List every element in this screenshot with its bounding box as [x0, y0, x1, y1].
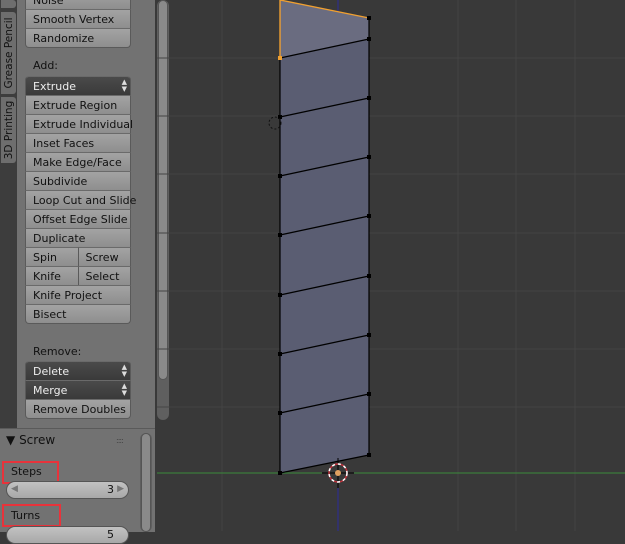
remove-group: Delete ▲ ▼ Merge ▲ ▼ Remove Doubles [25, 361, 131, 419]
loop-cut-slide-button[interactable]: Loop Cut and Slide [25, 190, 136, 210]
add-label: Add: [33, 59, 59, 72]
steps-field[interactable]: ◀ 3 ▶ [6, 481, 129, 499]
vertex[interactable] [278, 471, 282, 475]
mesh-face[interactable] [280, 0, 369, 473]
vertex[interactable] [278, 233, 282, 237]
vertex[interactable] [367, 16, 371, 20]
add-group: Extrude ▲ ▼ Extrude Region Extrude Indivi… [25, 76, 136, 324]
deform-group: Noise Smooth Vertex Randomize [25, 0, 131, 48]
spin-screw-row: Spin Screw [25, 247, 131, 267]
steps-label: Steps [11, 465, 42, 478]
scrollbar-thumb[interactable] [141, 433, 151, 532]
inset-faces-button[interactable]: Inset Faces [25, 133, 131, 153]
delete-dropdown-label: Delete [33, 365, 70, 378]
tab-tools[interactable] [1, 0, 16, 8]
vertex[interactable] [367, 333, 371, 337]
extrude-dropdown[interactable]: Extrude ▲ ▼ [25, 76, 131, 96]
screw-panel-header[interactable]: ▼ Screw [6, 433, 55, 447]
knife-select-row: Knife Select [25, 266, 131, 286]
vertex[interactable] [278, 293, 282, 297]
turns-field[interactable]: 5 [6, 526, 129, 544]
remove-label: Remove: [33, 345, 82, 358]
vertex[interactable] [278, 115, 282, 119]
increment-arrow-icon[interactable]: ▶ [117, 484, 124, 494]
subdivide-button[interactable]: Subdivide [25, 171, 131, 191]
spin-button[interactable]: Spin [25, 247, 79, 267]
vertex[interactable] [367, 214, 371, 218]
updown-arrows-icon: ▲ ▼ [121, 78, 127, 93]
updown-arrows-icon: ▲ ▼ [121, 363, 127, 378]
3d-viewport[interactable] [157, 0, 625, 531]
screw-operator-panel: ▼ Screw :::: Steps ◀ 3 ▶ Turns 5 [0, 428, 155, 544]
vertex[interactable] [367, 453, 371, 457]
steps-value: 3 [107, 483, 114, 496]
merge-dropdown-label: Merge [33, 384, 68, 397]
duplicate-button[interactable]: Duplicate [25, 228, 131, 248]
vertex[interactable] [367, 392, 371, 396]
vertex[interactable] [367, 155, 371, 159]
remove-doubles-button[interactable]: Remove Doubles [25, 399, 131, 419]
delete-dropdown[interactable]: Delete ▲ ▼ [25, 361, 131, 381]
turns-label: Turns [11, 509, 41, 522]
extrude-region-button[interactable]: Extrude Region [25, 95, 131, 115]
viewport-canvas[interactable] [157, 0, 625, 531]
vertex[interactable] [367, 274, 371, 278]
collapse-triangle-icon: ▼ [6, 433, 16, 447]
screw-panel-title: Screw [19, 433, 56, 447]
updown-arrows-icon: ▲ ▼ [121, 382, 127, 397]
screw-button[interactable]: Screw [77, 247, 131, 267]
vertex[interactable] [278, 174, 282, 178]
selected-vertex[interactable] [278, 56, 282, 60]
tab-3d-printing-label: 3D Printing [2, 100, 15, 160]
vertex[interactable] [367, 37, 371, 41]
knife-button[interactable]: Knife [25, 266, 79, 286]
grid [157, 0, 625, 531]
make-edge-face-button[interactable]: Make Edge/Face [25, 152, 131, 172]
vertex[interactable] [278, 352, 282, 356]
knife-project-button[interactable]: Knife Project [25, 285, 131, 305]
merge-dropdown[interactable]: Merge ▲ ▼ [25, 380, 131, 400]
tab-3d-printing[interactable]: 3D Printing [1, 97, 16, 163]
extrude-individual-button[interactable]: Extrude Individual [25, 114, 133, 134]
screw-center-widget-icon [268, 116, 282, 130]
tab-grease-pencil-label: Grease Pencil [2, 17, 15, 89]
turns-value: 5 [107, 528, 114, 541]
operator-panel-scrollbar[interactable] [140, 433, 152, 532]
select-button[interactable]: Select [77, 266, 131, 286]
vertex[interactable] [367, 96, 371, 100]
randomize-button[interactable]: Randomize [25, 28, 131, 48]
tab-grease-pencil[interactable]: Grease Pencil [1, 12, 16, 94]
bisect-button[interactable]: Bisect [25, 304, 131, 324]
offset-edge-slide-button[interactable]: Offset Edge Slide [25, 209, 131, 229]
drag-grip-icon[interactable]: :::: [116, 436, 124, 445]
decrement-arrow-icon[interactable]: ◀ [11, 484, 18, 494]
dashed-circle [268, 116, 282, 130]
vertex[interactable] [278, 411, 282, 415]
smooth-vertex-button[interactable]: Smooth Vertex [25, 9, 131, 29]
object-origin-dot [335, 470, 341, 476]
extrude-dropdown-label: Extrude [33, 80, 77, 93]
